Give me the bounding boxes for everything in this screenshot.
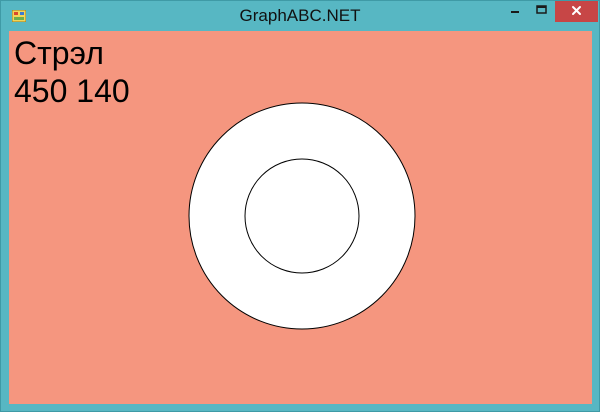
app-window: GraphABC.NET Стрэл 450 140 bbox=[0, 0, 600, 412]
title-bar[interactable]: GraphABC.NET bbox=[1, 1, 599, 31]
inner-circle bbox=[244, 158, 360, 274]
graphics-canvas[interactable]: Стрэл 450 140 bbox=[9, 31, 592, 404]
maximize-button[interactable] bbox=[528, 1, 555, 22]
close-icon bbox=[572, 6, 581, 15]
minimize-button[interactable] bbox=[502, 1, 528, 22]
minimize-icon bbox=[511, 11, 519, 13]
concentric-circles bbox=[188, 102, 416, 330]
close-button[interactable] bbox=[555, 1, 598, 22]
